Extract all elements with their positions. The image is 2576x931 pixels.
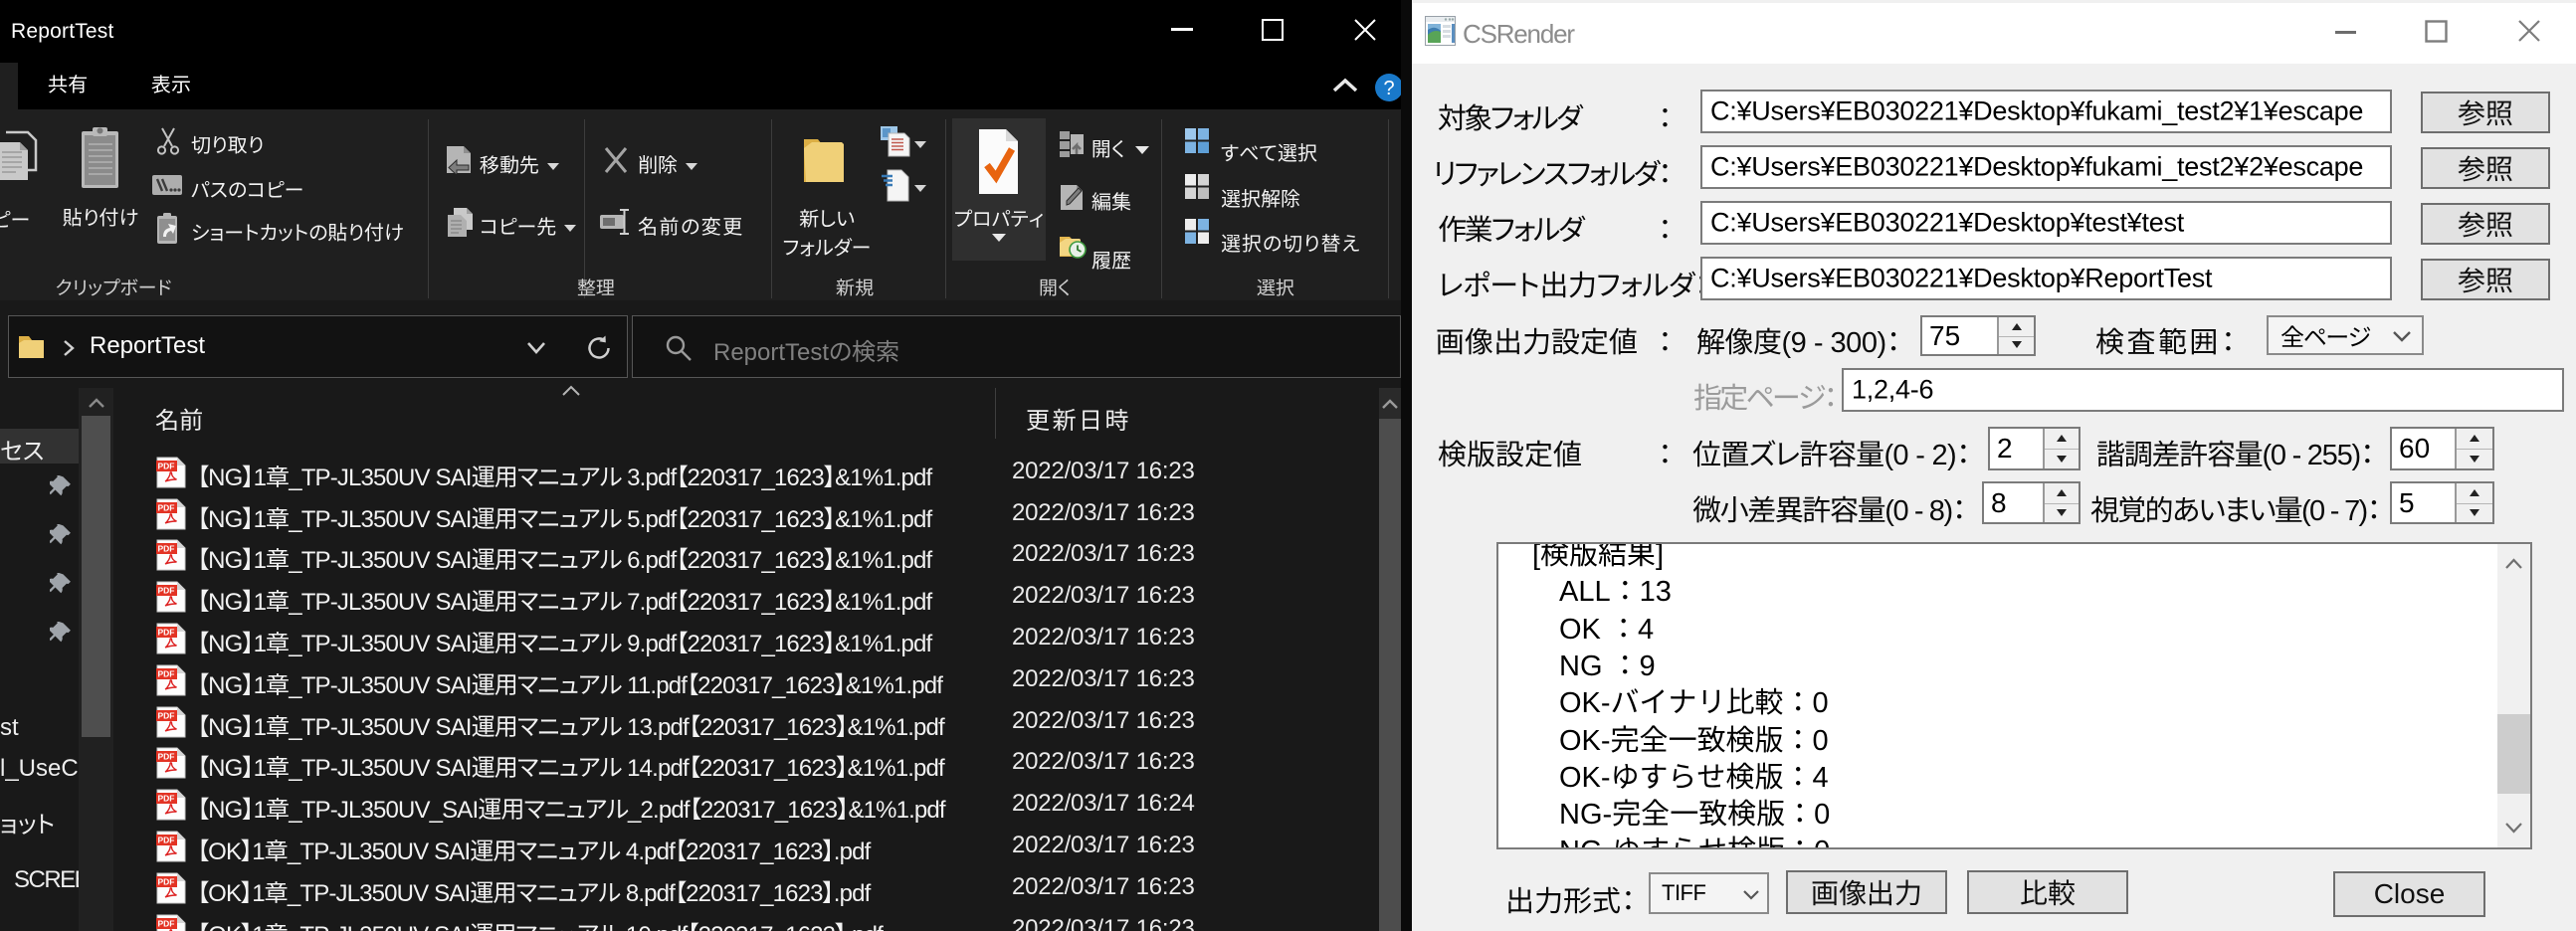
svg-text:PDF: PDF xyxy=(158,836,175,845)
svg-text:PDF: PDF xyxy=(158,628,175,638)
svg-text:PDF: PDF xyxy=(158,710,175,720)
svg-text:PDF: PDF xyxy=(158,544,175,554)
svg-text:PDF: PDF xyxy=(158,752,175,762)
svg-text:PDF: PDF xyxy=(158,502,175,512)
svg-text:PDF: PDF xyxy=(158,461,175,470)
svg-text:?: ? xyxy=(1383,78,1394,99)
svg-text:PDF: PDF xyxy=(158,668,175,678)
svg-text:PDF: PDF xyxy=(158,876,175,886)
svg-text:PDF: PDF xyxy=(158,586,175,596)
svg-text:PDF: PDF xyxy=(158,918,175,928)
svg-text:PDF: PDF xyxy=(158,794,175,804)
